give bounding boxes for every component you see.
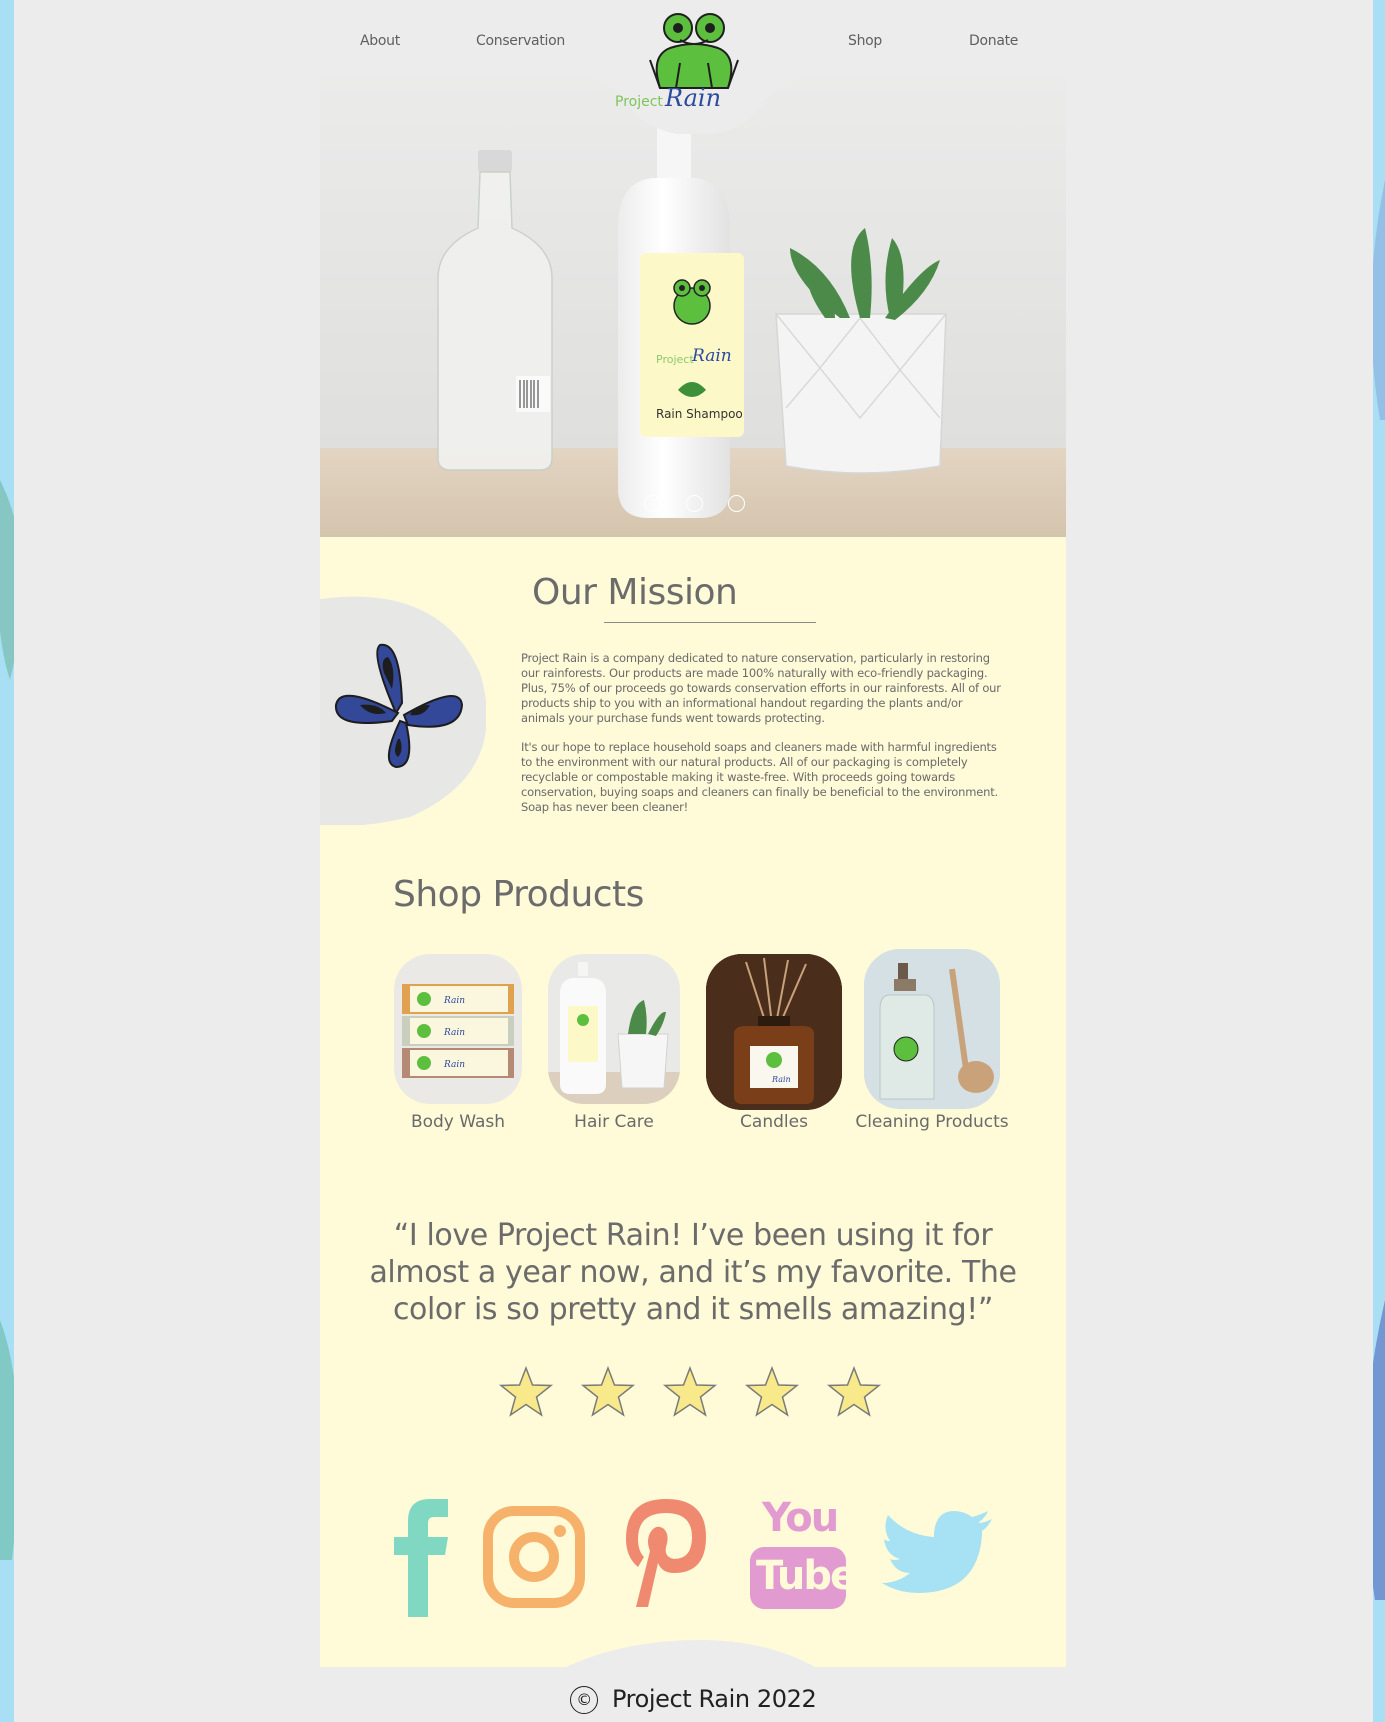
main-content: Our Mission Project Rain is a company de… — [320, 537, 1066, 1667]
hero-label-rain: Rain — [691, 346, 732, 366]
hero-image: Project Rain Rain Shampoo — [320, 78, 1066, 537]
svg-text:Rain: Rain — [771, 1075, 791, 1084]
logo[interactable] — [590, 8, 800, 134]
testimonial-quote: “I love Project Rain! I’ve been using it… — [369, 1218, 1017, 1327]
nav-about[interactable]: About — [360, 33, 400, 49]
star-icon[interactable] — [826, 1365, 882, 1421]
slide-dot-1[interactable] — [644, 495, 661, 512]
nav-shop[interactable]: Shop — [848, 33, 882, 49]
hero-slideshow: Project Rain Rain Shampoo — [320, 78, 1066, 537]
logo-text-project: Project — [615, 94, 663, 110]
mission-paragraph-2: It's our hope to replace household soaps… — [521, 740, 998, 814]
pinterest-icon[interactable] — [622, 1495, 710, 1611]
mission-paragraph-1: Project Rain is a company dedicated to n… — [521, 651, 1001, 725]
page-container: About Conservation Shop Donate Project R… — [320, 0, 1066, 1722]
mission-text: Project Rain is a company dedicated to n… — [521, 651, 1001, 829]
hero-label-product: Rain Shampoo — [656, 407, 743, 421]
product-label: Cleaning Products — [855, 1112, 1009, 1132]
butterfly-blob — [320, 596, 486, 825]
body-wash-image: Rain Rain Rain — [394, 954, 522, 1104]
nav-conservation[interactable]: Conservation — [476, 33, 565, 49]
slide-dot-2[interactable] — [686, 495, 703, 512]
product-cleaning-products[interactable]: Cleaning Products — [855, 949, 1009, 1144]
product-label: Body Wash — [410, 1112, 506, 1132]
footer: © Project Rain 2022 — [320, 1667, 1066, 1722]
star-icon[interactable] — [580, 1365, 636, 1421]
hero-label-project: Project — [656, 353, 694, 366]
shop-title: Shop Products — [393, 874, 644, 915]
product-candles[interactable]: Rain Candles — [706, 954, 842, 1144]
youtube-tube-text: Tube — [756, 1553, 857, 1599]
slide-indicators — [644, 495, 754, 513]
mission-divider — [604, 622, 816, 623]
svg-text:Rain: Rain — [443, 996, 465, 1006]
facebook-icon[interactable] — [390, 1497, 450, 1617]
youtube-you-text: You — [762, 1495, 839, 1541]
footer-text: Project Rain 2022 — [612, 1685, 817, 1713]
instagram-icon[interactable] — [482, 1505, 586, 1609]
svg-text:Rain: Rain — [443, 1060, 465, 1070]
candles-image: Rain — [706, 954, 842, 1110]
slide-dot-3[interactable] — [728, 495, 745, 512]
cleaning-products-image — [864, 949, 1000, 1109]
footer-curve — [560, 1640, 820, 1670]
svg-text:Rain: Rain — [443, 1028, 465, 1038]
rating-stars — [498, 1365, 898, 1425]
star-icon[interactable] — [662, 1365, 718, 1421]
product-label: Hair Care — [574, 1112, 654, 1132]
footer-copyright: © Project Rain 2022 — [570, 1685, 817, 1714]
copyright-icon: © — [570, 1686, 598, 1714]
hair-care-image — [548, 954, 680, 1104]
star-icon[interactable] — [744, 1365, 800, 1421]
product-label: Candles — [740, 1112, 808, 1132]
star-icon[interactable] — [498, 1365, 554, 1421]
nav-donate[interactable]: Donate — [969, 33, 1018, 49]
mission-title: Our Mission — [532, 572, 738, 613]
product-hair-care[interactable]: Hair Care — [548, 954, 680, 1144]
twitter-icon[interactable] — [882, 1511, 994, 1601]
logo-text-rain: Rain — [665, 84, 722, 112]
product-body-wash[interactable]: Rain Rain Rain Body Wash — [394, 954, 522, 1144]
youtube-icon[interactable]: You Tube — [748, 1495, 857, 1611]
